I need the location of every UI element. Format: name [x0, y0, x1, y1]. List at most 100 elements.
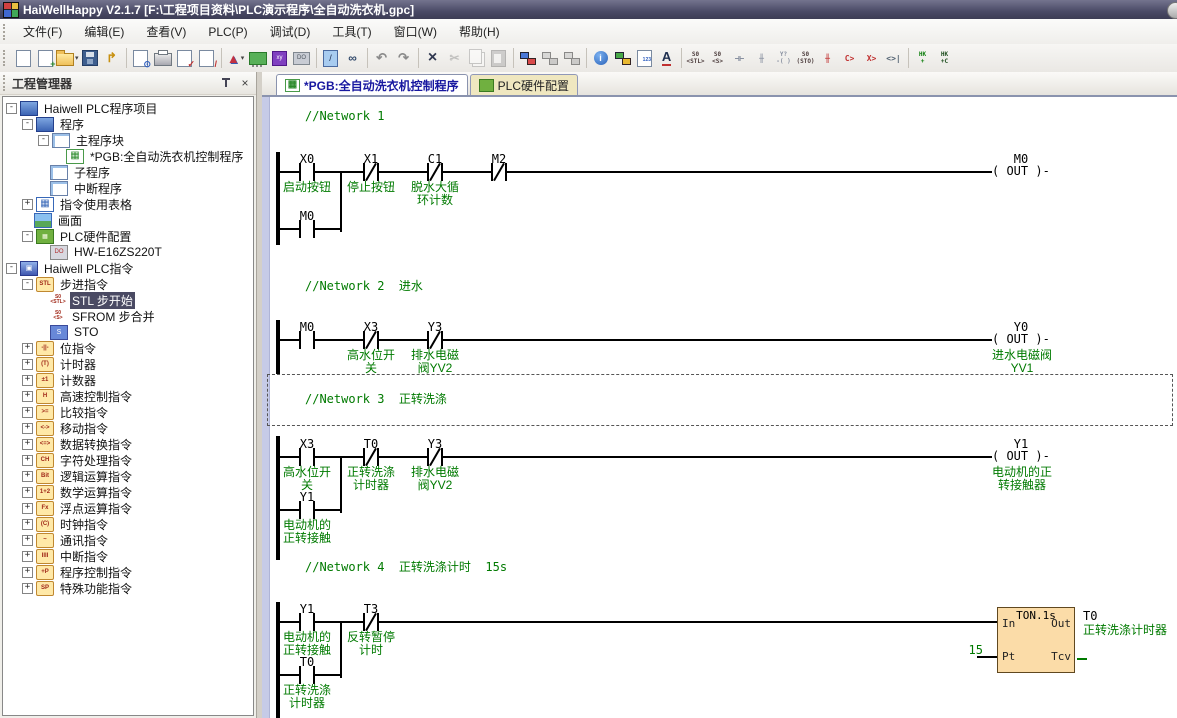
paste-button[interactable]: [488, 47, 510, 69]
expander-+-icon[interactable]: +: [22, 471, 33, 482]
copy-button[interactable]: [466, 47, 488, 69]
tree-item-usage-table[interactable]: +▦指令使用表格: [3, 196, 253, 212]
tree-item-program[interactable]: -程序: [3, 116, 253, 132]
compile-dropdown-icon[interactable]: ▾: [241, 54, 245, 62]
toolbar-grip[interactable]: [3, 50, 8, 66]
edit-properties-button[interactable]: /: [196, 47, 218, 69]
print-button[interactable]: [152, 47, 174, 69]
expander-+-icon[interactable]: +: [22, 567, 33, 578]
info-button[interactable]: i: [590, 47, 612, 69]
usage-table-button[interactable]: 123: [634, 47, 656, 69]
menu-plc[interactable]: PLC(P): [197, 21, 258, 43]
coil-set-tool-button[interactable]: C>: [839, 47, 861, 69]
syntax-check-button[interactable]: ✓: [174, 47, 196, 69]
network3-comment[interactable]: //Network 3 正转洗涤: [305, 390, 447, 407]
expander-+-icon[interactable]: +: [22, 519, 33, 530]
tree-item-float-instructions[interactable]: +Fx浮点运算指令: [3, 500, 253, 516]
expander-+-icon[interactable]: +: [22, 487, 33, 498]
expander---icon[interactable]: -: [38, 135, 49, 146]
branch-red-tool-button[interactable]: ╫: [817, 47, 839, 69]
menu-view[interactable]: 查看(V): [135, 19, 197, 44]
tree-item-hw-module[interactable]: DOHW-E16ZS220T: [3, 244, 253, 260]
menu-window[interactable]: 窗口(W): [383, 19, 448, 44]
coil-reset-tool-button[interactable]: X>: [861, 47, 883, 69]
tree-item-screen[interactable]: 画面: [3, 212, 253, 228]
coil-y1[interactable]: ( OUT )-: [992, 449, 1050, 463]
tree-item-sfrom-step-merge[interactable]: S0<S>SFROM 步合并: [3, 308, 253, 324]
tree-item-program-ctrl-instructions[interactable]: ++P程序控制指令: [3, 564, 253, 580]
tree-item-interrupt-program[interactable]: 中断程序: [3, 180, 253, 196]
ladder-canvas[interactable]: //Network 1X0启动按钮X1停止按钮C1脱水大循 环计数M2M0M0(…: [262, 97, 1177, 718]
new-project-button[interactable]: +: [34, 47, 56, 69]
expander-+-icon[interactable]: +: [22, 455, 33, 466]
window-control-button[interactable]: [1167, 2, 1177, 19]
menu-grip[interactable]: [3, 24, 8, 40]
menu-help[interactable]: 帮助(H): [448, 19, 511, 44]
expander-+-icon[interactable]: +: [22, 503, 33, 514]
menu-edit[interactable]: 编辑(E): [73, 19, 135, 44]
expander-+-icon[interactable]: +: [22, 343, 33, 354]
expander-+-icon[interactable]: +: [22, 199, 33, 210]
network4-comment[interactable]: //Network 4 正转洗涤计时 15s: [305, 558, 507, 575]
print-preview-button[interactable]: ⊙: [130, 47, 152, 69]
tree-item-convert-instructions[interactable]: +<=>数据转换指令: [3, 436, 253, 452]
tree-item-project-root[interactable]: -Haiwell PLC程序项目: [3, 100, 253, 116]
tree-item-comm-instructions[interactable]: +~通讯指令: [3, 532, 253, 548]
tree-item-bit-instructions[interactable]: +-||-位指令: [3, 340, 253, 356]
pin-icon[interactable]: [218, 75, 234, 91]
expander-+-icon[interactable]: +: [22, 359, 33, 370]
tree-item-compare-instructions[interactable]: +>=比较指令: [3, 404, 253, 420]
io-module-button[interactable]: DO: [291, 47, 313, 69]
expander---icon[interactable]: -: [6, 103, 17, 114]
tree-item-stl-step-start[interactable]: S0<STL>STL 步开始: [3, 292, 253, 308]
vertical-line-tool-button[interactable]: <>|: [883, 47, 905, 69]
font-button[interactable]: A: [656, 47, 678, 69]
export-button[interactable]: ↱: [101, 47, 123, 69]
tree-item-counter-instructions[interactable]: +±1计数器: [3, 372, 253, 388]
contact-no-tool-button[interactable]: ⊣⊢: [729, 47, 751, 69]
coil-y0[interactable]: ( OUT )-: [992, 332, 1050, 346]
tree-item-sub-program[interactable]: 子程序: [3, 164, 253, 180]
expander---icon[interactable]: -: [22, 279, 33, 290]
redo-button[interactable]: ↷: [393, 47, 415, 69]
timer-block-t0-pt-value[interactable]: 15: [955, 643, 983, 657]
expander-+-icon[interactable]: +: [22, 423, 33, 434]
open-file-button[interactable]: ▾: [56, 47, 79, 69]
find-button[interactable]: ∞: [342, 47, 364, 69]
expander-+-icon[interactable]: +: [22, 391, 33, 402]
compile-button[interactable]: ▲▾: [225, 47, 247, 69]
network-move-down-button[interactable]: [561, 47, 583, 69]
stl-step-start-button[interactable]: S0 <STL>: [685, 47, 707, 69]
undo-button[interactable]: ↶: [371, 47, 393, 69]
tree-item-instructions-root[interactable]: -▣Haiwell PLC指令: [3, 260, 253, 276]
stl-step-end-button[interactable]: S0 (STO): [795, 47, 817, 69]
options-button[interactable]: /: [320, 47, 342, 69]
tree-item-main-block[interactable]: -主程序块: [3, 132, 253, 148]
expander-+-icon[interactable]: +: [22, 407, 33, 418]
close-icon[interactable]: ×: [237, 75, 253, 91]
tree-item-math-instructions[interactable]: +1+2数学运算指令: [3, 484, 253, 500]
expander-+-icon[interactable]: +: [22, 535, 33, 546]
tab-hw-config[interactable]: PLC硬件配置: [470, 74, 578, 95]
tree-item-special-instructions[interactable]: +SP特殊功能指令: [3, 580, 253, 596]
hardware-chip-button[interactable]: xy: [269, 47, 291, 69]
tree-item-timer-instructions[interactable]: +(T)计时器: [3, 356, 253, 372]
cut-button[interactable]: ✂: [444, 47, 466, 69]
network1-comment[interactable]: //Network 1: [305, 109, 384, 123]
menu-debug[interactable]: 调试(D): [259, 19, 322, 44]
tree-item-interrupt-instructions[interactable]: +IIII中断指令: [3, 548, 253, 564]
tree-item-logic-instructions[interactable]: +Bit逻辑运算指令: [3, 468, 253, 484]
tab-pgb[interactable]: ▦*PGB:全自动洗衣机控制程序: [276, 74, 468, 95]
hk-add-c-button[interactable]: HK +C: [934, 47, 956, 69]
sfrom-step-merge-button[interactable]: S0 <S>: [707, 47, 729, 69]
network-move-up-button[interactable]: [539, 47, 561, 69]
tree-item-highspeed-instructions[interactable]: +H高速控制指令: [3, 388, 253, 404]
expander-+-icon[interactable]: +: [22, 551, 33, 562]
network-config-button[interactable]: [612, 47, 634, 69]
tree-item-hw-config[interactable]: -▦PLC硬件配置: [3, 228, 253, 244]
hk-add-button[interactable]: HK +: [912, 47, 934, 69]
expander-+-icon[interactable]: +: [22, 375, 33, 386]
network2-comment[interactable]: //Network 2 进水: [305, 277, 423, 294]
expander---icon[interactable]: -: [6, 263, 17, 274]
contact-branch-tool-button[interactable]: ╫: [751, 47, 773, 69]
